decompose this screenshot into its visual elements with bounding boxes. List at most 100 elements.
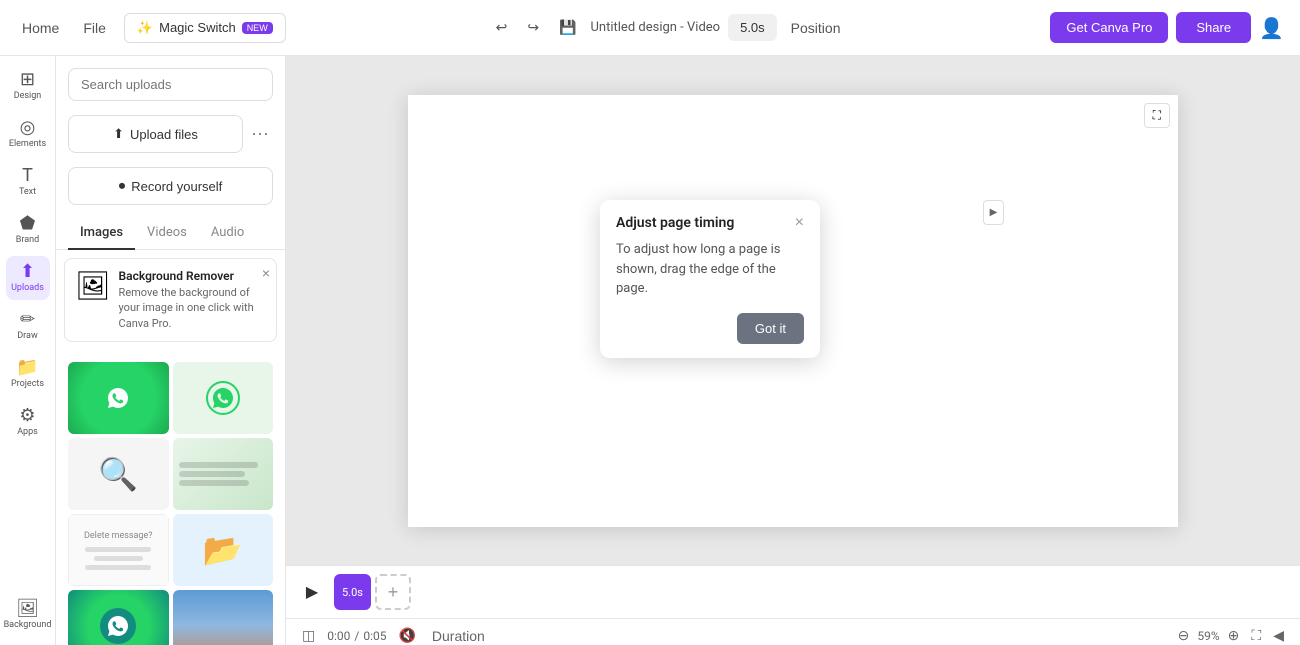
upload-files-label: Upload files xyxy=(130,127,198,142)
panel-header: ⬆ Upload files ⋯ ⏺ Record yourself xyxy=(56,56,285,217)
sidebar-label-background: Background xyxy=(4,620,52,630)
modal-body: To adjust how long a page is shown, drag… xyxy=(600,232,820,313)
promo-text: Background Remover Remove the background… xyxy=(119,269,266,331)
promo-title: Background Remover xyxy=(119,269,266,283)
list-item[interactable] xyxy=(173,438,274,510)
left-sidebar: ⊞ Design ◎ Elements T Text ⬟ Brand ⬆ Upl… xyxy=(0,56,56,645)
file-button[interactable]: File xyxy=(77,14,112,42)
record-icon: ⏺ xyxy=(119,178,126,194)
hide-pages-timeline-button[interactable]: ◫ xyxy=(298,623,319,645)
sidebar-item-elements[interactable]: ◎ Elements xyxy=(6,112,50,156)
position-button[interactable]: Position xyxy=(785,14,847,42)
sidebar-item-brand[interactable]: ⬟ Brand xyxy=(6,208,50,252)
more-options-button[interactable]: ⋯ xyxy=(247,124,273,145)
sidebar-item-design[interactable]: ⊞ Design xyxy=(6,64,50,108)
sidebar-item-apps[interactable]: ⚙ Apps xyxy=(6,400,50,444)
time-separator: / xyxy=(354,629,359,643)
hide-pages-panel: ▶ xyxy=(983,200,1004,225)
search-input[interactable] xyxy=(68,68,273,101)
timeline-controls: ▶ 5.0s + xyxy=(286,566,1300,619)
upload-files-button[interactable]: ⬆ Upload files xyxy=(68,115,243,153)
magic-switch-badge: NEW xyxy=(242,22,273,34)
time-current: 0:00 xyxy=(327,629,350,643)
projects-icon: 📁 xyxy=(16,359,38,377)
modal-close-button[interactable]: × xyxy=(795,214,804,232)
upload-icon: ⬆ xyxy=(113,126,124,142)
list-item[interactable]: Delete message? xyxy=(68,514,169,586)
avatar[interactable]: 👤 xyxy=(1259,16,1284,40)
promo-description: Remove the background of your image in o… xyxy=(119,285,266,331)
zoom-controls: ⊖ 59% ⊕ ⛶ ◀ xyxy=(1174,623,1288,645)
sidebar-label-text: Text xyxy=(19,187,36,197)
magic-switch-icon: ✨ xyxy=(137,20,153,36)
sidebar-label-elements: Elements xyxy=(9,139,46,149)
whatsapp-transparent-icon xyxy=(205,380,241,416)
tab-audio[interactable]: Audio xyxy=(199,217,256,250)
hide-pages-button[interactable]: ▶ xyxy=(983,200,1004,225)
draw-icon: ✏ xyxy=(20,311,35,329)
sidebar-label-projects: Projects xyxy=(11,379,44,389)
settings-timeline-button[interactable]: ◀ xyxy=(1269,623,1288,645)
sidebar-label-design: Design xyxy=(14,91,42,101)
bottom-status: ◫ 0:00 / 0:05 🔇 Duration ⊖ 59% ⊕ ⛶ ◀ xyxy=(286,619,1300,645)
segment-label: 5.0s xyxy=(342,586,363,599)
whatsapp-chat-icon xyxy=(100,608,136,644)
magic-switch-button[interactable]: ✨ Magic Switch NEW xyxy=(124,13,286,43)
play-button[interactable]: ▶ xyxy=(298,578,326,606)
list-item[interactable] xyxy=(173,362,274,434)
sidebar-item-draw[interactable]: ✏ Draw xyxy=(6,304,50,348)
modal-title: Adjust page timing xyxy=(616,215,734,231)
zoom-out-button[interactable]: ⊖ xyxy=(1174,623,1194,645)
record-yourself-button[interactable]: ⏺ Record yourself xyxy=(68,167,273,205)
zoom-in-button[interactable]: ⊕ xyxy=(1224,623,1244,645)
list-item[interactable]: 📂 xyxy=(173,514,274,586)
timeline-track: 5.0s + xyxy=(334,574,1288,610)
save-button[interactable]: 💾 xyxy=(553,13,582,42)
list-item[interactable] xyxy=(68,362,169,434)
home-button[interactable]: Home xyxy=(16,14,65,42)
uploads-panel: ⬆ Upload files ⋯ ⏺ Record yourself Image… xyxy=(56,56,286,645)
tab-images[interactable]: Images xyxy=(68,217,135,250)
panel-content: 🔍 Delete message? 📂 xyxy=(56,350,285,645)
share-button[interactable]: Share xyxy=(1176,12,1251,43)
record-label: Record yourself xyxy=(131,179,222,194)
got-it-button[interactable]: Got it xyxy=(737,313,804,344)
sidebar-item-uploads[interactable]: ⬆ Uploads xyxy=(6,256,50,300)
list-item[interactable] xyxy=(68,590,169,645)
tab-videos[interactable]: Videos xyxy=(135,217,199,250)
time-total: 0:05 xyxy=(363,629,386,643)
list-item[interactable]: 🔍 xyxy=(68,438,169,510)
zoom-percent: 59% xyxy=(1197,629,1219,643)
brand-icon: ⬟ xyxy=(20,215,36,233)
promo-banner: 🖼 Background Remover Remove the backgrou… xyxy=(64,258,277,342)
promo-close-button[interactable]: × xyxy=(262,265,270,281)
uploads-icon: ⬆ xyxy=(20,263,35,281)
tabs-row: Images Videos Audio xyxy=(56,217,285,250)
promo-icon: 🖼 xyxy=(75,269,111,302)
modal-header: Adjust page timing × xyxy=(600,200,820,232)
redo-button[interactable]: ↪ xyxy=(521,13,545,42)
get-pro-button[interactable]: Get Canva Pro xyxy=(1050,12,1168,43)
sidebar-item-text[interactable]: T Text xyxy=(6,160,50,204)
duration-label: Duration xyxy=(432,628,485,644)
modal-description: To adjust how long a page is shown, drag… xyxy=(616,242,780,296)
mute-button[interactable]: 🔇 xyxy=(394,623,419,645)
sidebar-item-background[interactable]: 🖼 Background xyxy=(6,593,50,637)
apps-icon: ⚙ xyxy=(19,407,35,425)
undo-button[interactable]: ↩ xyxy=(490,13,514,42)
magic-switch-label: Magic Switch xyxy=(159,20,236,35)
track-segment[interactable]: 5.0s xyxy=(334,574,371,610)
topbar-left: Home File ✨ Magic Switch NEW xyxy=(16,13,286,43)
add-page-button[interactable]: + xyxy=(375,574,411,610)
fullscreen-button[interactable]: ⛶ xyxy=(1144,103,1170,128)
fullscreen-timeline-button[interactable]: ⛶ xyxy=(1247,623,1265,645)
sidebar-label-uploads: Uploads xyxy=(11,283,44,293)
duration-button[interactable]: Duration xyxy=(428,624,489,645)
sidebar-label-draw: Draw xyxy=(17,331,37,341)
duration-chip[interactable]: 5.0s xyxy=(728,14,777,41)
sidebar-item-projects[interactable]: 📁 Projects xyxy=(6,352,50,396)
sidebar-label-brand: Brand xyxy=(16,235,39,245)
design-icon: ⊞ xyxy=(20,71,35,89)
timing-modal: Adjust page timing × To adjust how long … xyxy=(600,200,820,358)
list-item[interactable] xyxy=(173,590,274,645)
